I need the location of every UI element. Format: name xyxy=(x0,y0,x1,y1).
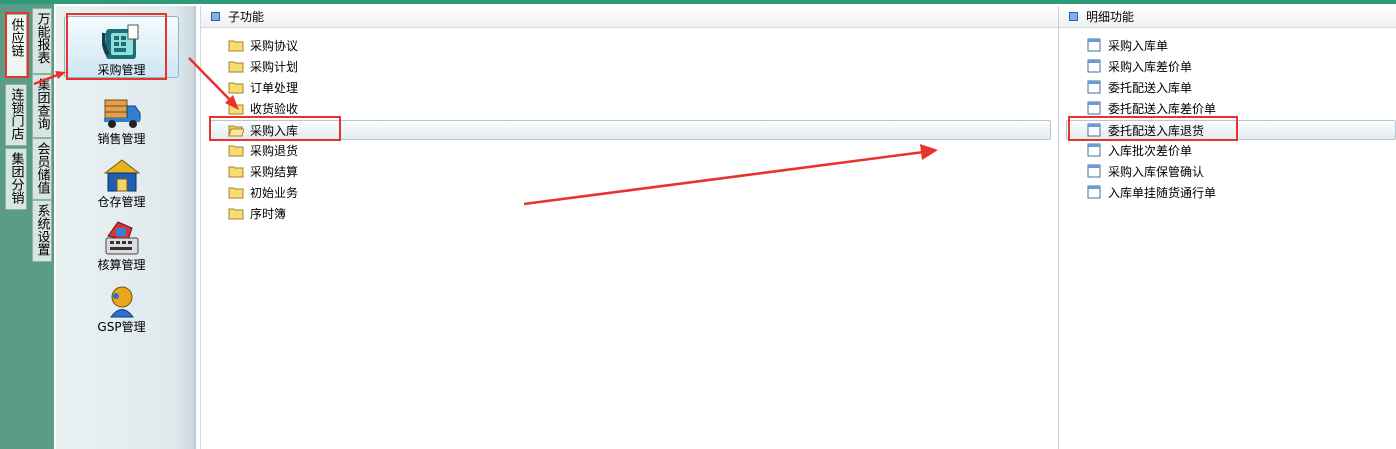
tab-member-stored-value[interactable]: 会员储值 xyxy=(32,138,52,200)
list-item[interactable]: 收货验收 xyxy=(228,98,528,118)
list-item[interactable]: 采购入库单 xyxy=(1086,35,1386,55)
document-icon xyxy=(1087,80,1101,94)
item-label: 订单处理 xyxy=(250,80,299,95)
gsp-icon xyxy=(109,286,134,318)
list-item[interactable]: 委托配送入库差价单 xyxy=(1086,98,1386,118)
secondary-tab-strip: 万能报表 集团查询 会员储值 系统设置 xyxy=(30,4,54,449)
list-item[interactable]: 采购结算 xyxy=(228,161,528,181)
folder-icon xyxy=(228,82,244,94)
list-item[interactable]: 采购退货 xyxy=(228,140,528,160)
detail-function-header: 明细功能 xyxy=(1059,6,1396,28)
nav-purchase-management[interactable]: 采购管理 xyxy=(64,16,179,78)
document-icon xyxy=(1087,143,1101,157)
document-icon xyxy=(1087,59,1101,73)
list-item[interactable]: 初始业务 xyxy=(228,182,528,202)
header-bullet-icon xyxy=(211,12,220,21)
list-item[interactable]: 委托配送入库单 xyxy=(1086,77,1386,97)
item-label: 委托配送入库差价单 xyxy=(1108,101,1217,116)
item-label: 采购退货 xyxy=(250,143,299,158)
list-item-selected[interactable]: 采购入库 xyxy=(210,120,1051,140)
tab-label: 供应链 xyxy=(8,18,24,57)
tab-system-settings[interactable]: 系统设置 xyxy=(32,200,52,262)
tab-label: 集团查询 xyxy=(34,78,50,130)
module-navigation: 采购管理 销售管理 仓存管理 核算管理 GSP管理 xyxy=(56,6,196,449)
list-item[interactable]: 采购入库差价单 xyxy=(1086,56,1386,76)
nav-label: 仓存管理 xyxy=(97,195,146,209)
open-folder-icon xyxy=(228,125,244,137)
tab-group-distribution[interactable]: 集团分销 xyxy=(5,148,27,210)
folder-icon xyxy=(228,103,244,115)
item-label: 采购入库单 xyxy=(1108,38,1169,53)
folder-icon xyxy=(228,61,244,73)
sub-function-title: 子功能 xyxy=(228,10,265,24)
tab-label: 集团分销 xyxy=(8,152,24,204)
document-icon xyxy=(1087,164,1101,178)
nav-label: 销售管理 xyxy=(97,132,146,146)
item-label: 入库单挂随货通行单 xyxy=(1108,185,1217,200)
folder-icon xyxy=(228,145,244,157)
tab-supply-chain[interactable]: 供应链 xyxy=(5,14,27,78)
item-label: 采购结算 xyxy=(250,164,299,179)
document-icon xyxy=(1087,185,1101,199)
folder-icon xyxy=(228,166,244,178)
accounting-icon xyxy=(105,221,138,255)
item-label: 入库批次差价单 xyxy=(1108,143,1193,158)
tab-universal-reports[interactable]: 万能报表 xyxy=(32,8,52,74)
item-label: 采购入库差价单 xyxy=(1108,59,1193,74)
top-bar xyxy=(0,0,1396,4)
tab-label: 会员储值 xyxy=(34,142,50,194)
tab-label: 系统设置 xyxy=(34,204,50,256)
purchase-icon xyxy=(101,24,138,59)
item-label: 收货验收 xyxy=(250,101,299,116)
tab-group-query[interactable]: 集团查询 xyxy=(32,74,52,138)
item-label: 采购协议 xyxy=(250,38,299,53)
tab-label: 万能报表 xyxy=(34,12,50,64)
sub-function-header: 子功能 xyxy=(201,6,1058,28)
item-label: 序时簿 xyxy=(250,206,287,221)
nav-gsp-management[interactable]: GSP管理 xyxy=(64,274,179,334)
list-item[interactable]: 入库单挂随货通行单 xyxy=(1086,182,1386,202)
nav-label: GSP管理 xyxy=(97,320,146,334)
document-icon xyxy=(1087,101,1101,115)
item-label: 采购入库保管确认 xyxy=(1108,164,1205,179)
document-icon xyxy=(1087,123,1101,137)
folder-icon xyxy=(228,187,244,199)
list-item-selected[interactable]: 委托配送入库退货 xyxy=(1066,120,1396,140)
nav-warehouse-management[interactable]: 仓存管理 xyxy=(64,149,179,209)
primary-tab-strip: 供应链 连锁门店 集团分销 xyxy=(0,4,30,449)
nav-label: 核算管理 xyxy=(97,258,146,272)
truck-icon xyxy=(103,99,140,128)
item-label: 初始业务 xyxy=(250,185,299,200)
folder-icon xyxy=(228,40,244,52)
tab-label: 连锁门店 xyxy=(8,88,24,140)
nav-label: 采购管理 xyxy=(97,63,146,77)
list-item[interactable]: 入库批次差价单 xyxy=(1086,140,1386,160)
document-icon xyxy=(1087,38,1101,52)
warehouse-icon xyxy=(103,159,140,192)
item-label: 委托配送入库退货 xyxy=(1108,123,1205,138)
nav-accounting-management[interactable]: 核算管理 xyxy=(64,212,179,272)
detail-function-title: 明细功能 xyxy=(1086,10,1135,24)
list-item[interactable]: 序时簿 xyxy=(228,203,528,223)
list-item[interactable]: 订单处理 xyxy=(228,77,528,97)
folder-icon xyxy=(228,208,244,220)
tab-chain-stores[interactable]: 连锁门店 xyxy=(5,84,27,146)
list-item[interactable]: 采购入库保管确认 xyxy=(1086,161,1386,181)
item-label: 采购入库 xyxy=(250,123,299,138)
item-label: 采购计划 xyxy=(250,59,299,74)
item-label: 委托配送入库单 xyxy=(1108,80,1193,95)
nav-sales-management[interactable]: 销售管理 xyxy=(64,86,179,146)
list-item[interactable]: 采购计划 xyxy=(228,56,528,76)
header-bullet-icon xyxy=(1069,12,1078,21)
list-item[interactable]: 采购协议 xyxy=(228,35,528,55)
